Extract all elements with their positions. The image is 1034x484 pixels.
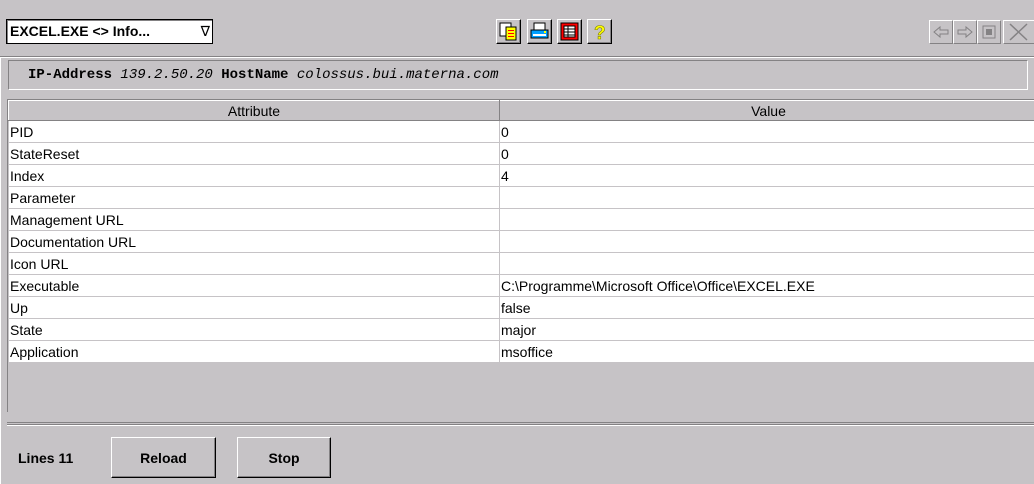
help-button[interactable]: ? bbox=[587, 19, 612, 44]
view-selector[interactable]: EXCEL.EXE <> Info... ∇ bbox=[6, 19, 213, 44]
ip-address-label: IP-Address bbox=[28, 67, 113, 83]
value-cell[interactable]: C:\Programme\Microsoft Office\Office\EXC… bbox=[499, 274, 1034, 297]
table-row[interactable]: Icon URL bbox=[8, 252, 1034, 275]
table-button[interactable] bbox=[557, 19, 582, 44]
print-button[interactable] bbox=[527, 19, 552, 44]
footer-separator bbox=[7, 424, 1034, 426]
copy-icon bbox=[499, 22, 517, 41]
attribute-cell[interactable]: Application bbox=[8, 340, 500, 363]
help-icon: ? bbox=[594, 23, 606, 41]
close-icon bbox=[1009, 23, 1028, 41]
column-header-attribute[interactable]: Attribute bbox=[8, 100, 500, 121]
back-arrow-icon bbox=[933, 25, 949, 39]
attribute-cell[interactable]: Management URL bbox=[8, 208, 500, 231]
attribute-cell[interactable]: Executable bbox=[8, 274, 500, 297]
attribute-cell[interactable]: State bbox=[8, 318, 500, 341]
forward-arrow-icon bbox=[957, 25, 973, 39]
attribute-cell[interactable]: Icon URL bbox=[8, 252, 500, 275]
table-row[interactable]: PID 0 bbox=[8, 120, 1034, 143]
stop-button-icon-wrap[interactable] bbox=[977, 20, 1001, 44]
attribute-cell[interactable]: Parameter bbox=[8, 186, 500, 209]
value-cell[interactable]: msoffice bbox=[499, 340, 1034, 363]
forward-button[interactable] bbox=[953, 20, 977, 44]
value-cell[interactable] bbox=[499, 252, 1034, 275]
value-cell[interactable]: 4 bbox=[499, 164, 1034, 187]
table-icon bbox=[560, 22, 579, 41]
value-cell[interactable]: false bbox=[499, 296, 1034, 319]
attribute-cell[interactable]: Index bbox=[8, 164, 500, 187]
dropdown-triangle-icon[interactable]: ∇ bbox=[201, 20, 210, 43]
view-title: EXCEL.EXE <> Info... bbox=[10, 23, 151, 39]
table-empty-area bbox=[7, 412, 1034, 423]
stop-icon bbox=[982, 25, 996, 39]
table-row[interactable]: Documentation URL bbox=[8, 230, 1034, 253]
back-button[interactable] bbox=[929, 20, 953, 44]
table-row[interactable]: Parameter bbox=[8, 186, 1034, 209]
svg-text:?: ? bbox=[594, 23, 606, 41]
toolbar-separator bbox=[0, 56, 1034, 58]
print-icon bbox=[530, 22, 549, 39]
table-row[interactable]: StateReset 0 bbox=[8, 142, 1034, 165]
value-cell[interactable]: 0 bbox=[499, 120, 1034, 143]
reload-button[interactable]: Reload bbox=[111, 437, 216, 478]
value-cell[interactable] bbox=[499, 230, 1034, 253]
attribute-cell[interactable]: Up bbox=[8, 296, 500, 319]
lines-count: Lines 11 bbox=[18, 450, 74, 466]
attribute-cell[interactable]: PID bbox=[8, 120, 500, 143]
column-header-value[interactable]: Value bbox=[499, 100, 1034, 121]
table-row[interactable]: State major bbox=[8, 318, 1034, 341]
table-row[interactable]: Application msoffice bbox=[8, 340, 1034, 363]
hostname-label: HostName bbox=[221, 67, 289, 83]
attribute-cell[interactable]: StateReset bbox=[8, 142, 500, 165]
attribute-cell[interactable]: Documentation URL bbox=[8, 230, 500, 253]
attribute-table: Attribute Value PID 0 StateReset 0 Index 4 Par… bbox=[7, 99, 1034, 413]
value-cell[interactable]: major bbox=[499, 318, 1034, 341]
value-cell[interactable] bbox=[499, 186, 1034, 209]
table-row[interactable]: Executable C:\Programme\Microsoft Office\… bbox=[8, 274, 1034, 297]
toolbar: EXCEL.EXE <> Info... ∇ ? bbox=[0, 0, 1034, 56]
table-row[interactable]: Up false bbox=[8, 296, 1034, 319]
ip-address-value: 139.2.50.20 bbox=[120, 67, 213, 83]
table-row[interactable]: Index 4 bbox=[8, 164, 1034, 187]
host-info: IP-Address 139.2.50.20 HostName colossus… bbox=[8, 60, 1028, 90]
table-row[interactable]: Management URL bbox=[8, 208, 1034, 231]
hostname-value: colossus.bui.materna.com bbox=[296, 67, 499, 83]
stop-button[interactable]: Stop bbox=[237, 437, 331, 478]
value-cell[interactable] bbox=[499, 208, 1034, 231]
table-header-row: Attribute Value bbox=[8, 100, 1034, 121]
value-cell[interactable]: 0 bbox=[499, 142, 1034, 165]
close-button[interactable] bbox=[1003, 20, 1034, 44]
copy-button[interactable] bbox=[496, 19, 521, 44]
